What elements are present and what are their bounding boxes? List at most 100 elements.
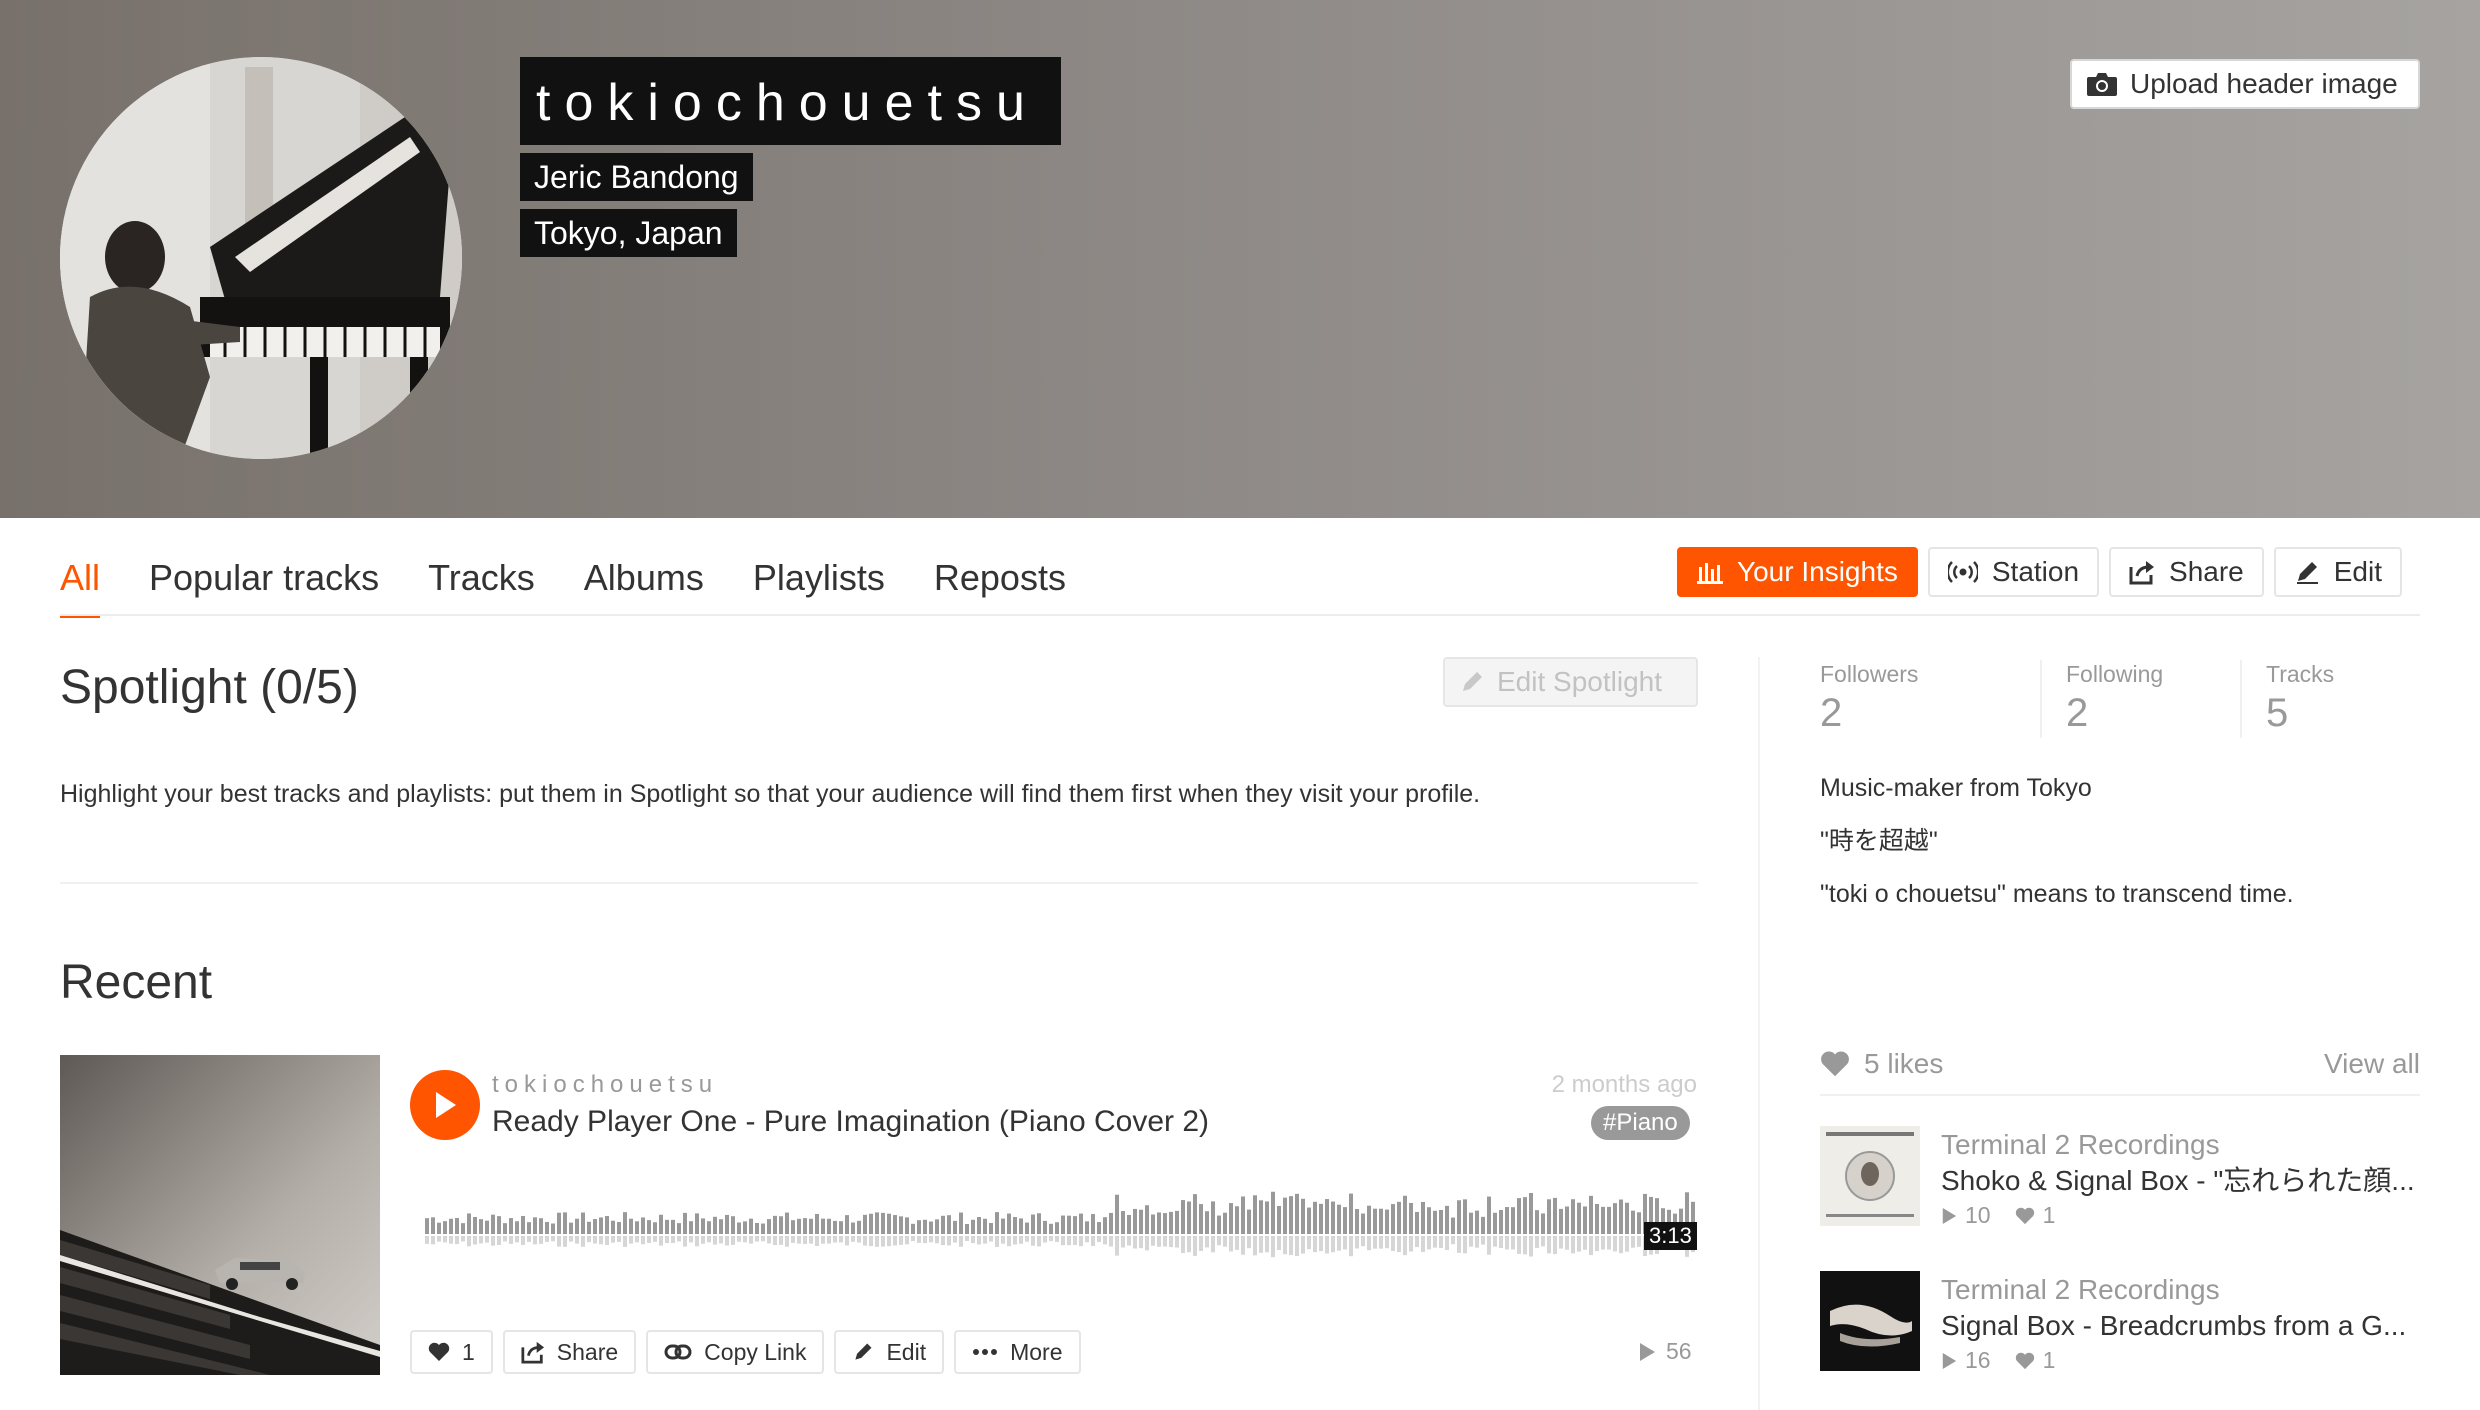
play-icon: [1640, 1342, 1655, 1361]
liked-track-likes: 1: [2042, 1347, 2056, 1373]
track-share-label: Share: [556, 1338, 619, 1365]
stat-label: Following: [2066, 661, 2164, 687]
pencil-icon: [1463, 672, 1482, 691]
upload-header-image-button[interactable]: Upload header image: [2070, 59, 2420, 109]
station-icon: [1947, 561, 1978, 583]
likes-count[interactable]: 5 likes: [1864, 1046, 1943, 1082]
heart-icon: [1821, 1051, 1849, 1077]
track-copy-link-button[interactable]: Copy Link: [646, 1330, 825, 1374]
share-icon: [2129, 561, 2155, 585]
track-more-label: More: [1010, 1338, 1063, 1365]
likes-header: 5 likes View all: [1820, 1046, 2420, 1082]
share-label: Share: [2169, 556, 2244, 587]
share-button[interactable]: Share: [2109, 547, 2264, 597]
track-share-button[interactable]: Share: [502, 1330, 637, 1374]
liked-track-item[interactable]: Terminal 2 Recordings Signal Box - Bread…: [1820, 1271, 2421, 1374]
track-play-count: 56: [1638, 1338, 1692, 1365]
stat-value: 2: [2066, 691, 2089, 735]
profile-location: Tokyo, Japan: [520, 209, 737, 257]
track-edit-label: Edit: [886, 1338, 927, 1365]
track-like-button[interactable]: 1: [410, 1330, 493, 1374]
liked-track-artwork[interactable]: [1820, 1271, 1920, 1371]
stat-label: Tracks: [2266, 661, 2335, 687]
play-icon: [1942, 1352, 1957, 1369]
profile-bio: Music-maker from Tokyo "時を超越" "toki o ch…: [1820, 772, 2294, 931]
stat-following[interactable]: Following 2: [2040, 660, 2240, 738]
liked-track-artwork[interactable]: [1820, 1126, 1920, 1226]
profile-avatar[interactable]: [60, 57, 462, 459]
station-button[interactable]: Station: [1927, 547, 2100, 597]
bio-line: "toki o chouetsu" means to transcend tim…: [1820, 880, 2294, 908]
stat-value: 5: [2266, 691, 2289, 735]
track-duration: 3:13: [1644, 1222, 1697, 1250]
pencil-icon: [855, 1343, 872, 1360]
stat-label: Followers: [1820, 661, 1919, 687]
stat-followers[interactable]: Followers 2: [1820, 660, 2040, 738]
track-title[interactable]: Ready Player One - Pure Imagination (Pia…: [492, 1103, 1209, 1141]
likes-divider: [1820, 1094, 2420, 1096]
tab-reposts[interactable]: Reposts: [934, 556, 1066, 618]
bar-chart-icon: [1697, 563, 1723, 584]
tab-playlists[interactable]: Playlists: [753, 556, 885, 618]
liked-track-title[interactable]: Signal Box - Breadcrumbs from a G...: [1941, 1309, 2421, 1343]
pencil-icon: [2296, 562, 2318, 584]
track-actions: 1 Share Copy Link Edit More: [410, 1330, 1081, 1374]
track-edit-button[interactable]: Edit: [834, 1330, 945, 1374]
sidebar-divider: [1758, 657, 1760, 1410]
liked-track-item[interactable]: Terminal 2 Recordings Shoko & Signal Box…: [1820, 1126, 2421, 1229]
stat-value: 2: [1820, 691, 1843, 735]
play-icon: [436, 1092, 456, 1118]
tab-all[interactable]: All: [60, 556, 101, 618]
track-username[interactable]: tokiochouetsu: [492, 1070, 718, 1100]
edit-spotlight-label: Edit Spotlight: [1497, 666, 1662, 697]
liked-track-meta: 16 1: [1941, 1347, 2079, 1374]
bio-line: Music-maker from Tokyo: [1820, 774, 2092, 802]
liked-track-title[interactable]: Shoko & Signal Box - "忘れられた顔...: [1941, 1164, 2421, 1198]
upload-header-image-label: Upload header image: [2130, 68, 2398, 99]
liked-track-meta: 10 1: [1941, 1202, 2079, 1229]
recent-title: Recent: [60, 956, 213, 1009]
heart-icon: [2015, 1352, 2034, 1369]
tab-tracks[interactable]: Tracks: [428, 556, 535, 618]
profile-full-name: Jeric Bandong: [520, 153, 753, 201]
profile-actions: Your Insights Station Share Edit: [1677, 547, 2402, 597]
profile-header: tokiochouetsu Jeric Bandong Tokyo, Japan…: [0, 0, 2480, 518]
track-play-button[interactable]: [410, 1070, 480, 1140]
profile-username: tokiochouetsu: [520, 57, 1061, 145]
track-date: 2 months ago: [1551, 1071, 1697, 1098]
more-dots-icon: [973, 1349, 998, 1355]
station-label: Station: [1991, 556, 2080, 587]
spotlight-title: Spotlight (0/5): [60, 661, 359, 714]
likes-view-all-link[interactable]: View all: [2324, 1046, 2420, 1082]
profile-tabs: All Popular tracks Tracks Albums Playlis…: [60, 556, 1115, 618]
tabs-divider: [60, 614, 2420, 616]
track-copy-link-label: Copy Link: [704, 1338, 807, 1365]
share-icon: [521, 1341, 544, 1364]
liked-track-user[interactable]: Terminal 2 Recordings: [1941, 1273, 2220, 1307]
tab-popular-tracks[interactable]: Popular tracks: [149, 556, 379, 618]
stat-tracks[interactable]: Tracks 5: [2240, 660, 2420, 738]
liked-track-plays: 10: [1965, 1202, 1991, 1228]
liked-track-likes: 1: [2042, 1202, 2056, 1228]
play-icon: [1942, 1207, 1957, 1224]
your-insights-label: Your Insights: [1737, 556, 1898, 587]
camera-icon: [2087, 73, 2117, 96]
heart-icon: [428, 1342, 450, 1361]
track-waveform[interactable]: [425, 1172, 1698, 1272]
tab-albums[interactable]: Albums: [584, 556, 704, 618]
track-more-button[interactable]: More: [954, 1330, 1081, 1374]
heart-icon: [2015, 1207, 2034, 1224]
edit-profile-button[interactable]: Edit: [2273, 547, 2402, 597]
link-icon: [664, 1344, 692, 1360]
track-plays-value: 56: [1666, 1338, 1692, 1364]
track-genre-tag[interactable]: #Piano: [1591, 1106, 1690, 1140]
liked-track-user[interactable]: Terminal 2 Recordings: [1941, 1128, 2220, 1162]
profile-stats: Followers 2 Following 2 Tracks 5: [1820, 660, 2420, 738]
your-insights-button[interactable]: Your Insights: [1677, 547, 1918, 597]
edit-spotlight-button[interactable]: Edit Spotlight: [1443, 657, 1698, 707]
bio-line: "時を超越": [1820, 827, 1938, 855]
spotlight-description: Highlight your best tracks and playlists…: [60, 780, 1481, 808]
edit-profile-label: Edit: [2333, 556, 2382, 587]
track-artwork[interactable]: [60, 1055, 380, 1375]
liked-track-plays: 16: [1965, 1347, 1991, 1373]
